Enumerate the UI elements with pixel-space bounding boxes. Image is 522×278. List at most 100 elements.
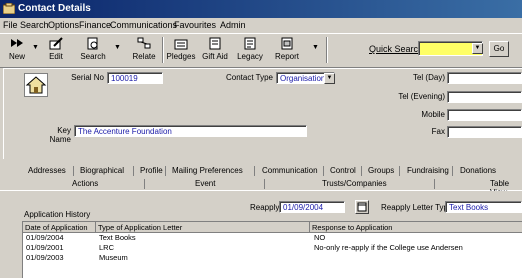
tab-addresses[interactable]: Addresses	[28, 166, 66, 175]
table-cell: No-only re-apply if the College use Ande…	[314, 243, 463, 252]
search-button[interactable]: Search	[76, 36, 110, 64]
reapply-label: Reapply	[250, 203, 280, 212]
menu-communications[interactable]: Communications	[110, 20, 177, 30]
tel-day-label: Tel (Day)	[412, 73, 445, 82]
tab-strip-bottom: Actions Event Trusts/Companies Table Vie…	[0, 178, 522, 197]
toolbar-separator	[326, 37, 328, 63]
table-cell: 01/09/2004	[26, 233, 64, 242]
pledges-label: Pledges	[166, 52, 196, 61]
tab-donations[interactable]: Donations	[460, 166, 496, 175]
menu-admin[interactable]: Admin	[220, 20, 246, 30]
serial-no-label: Serial No	[71, 73, 104, 82]
tel-evening-label: Tel (Evening)	[398, 92, 445, 101]
tab-divider	[452, 166, 453, 176]
relate-label: Relate	[132, 52, 156, 61]
tab-divider	[361, 166, 362, 176]
window-title: Contact Details	[18, 3, 91, 14]
report-label: Report	[274, 52, 299, 61]
column-header-type[interactable]: Type of Application Letter	[96, 222, 310, 233]
edit-label: Edit	[49, 52, 63, 61]
mobile-label: Mobile	[421, 110, 445, 119]
menu-options[interactable]: Options	[48, 20, 79, 30]
relate-icon	[130, 37, 158, 50]
tab-actions[interactable]: Actions	[72, 179, 98, 188]
tab-groups[interactable]: Groups	[368, 166, 394, 175]
column-header-response[interactable]: Response to Application	[310, 222, 522, 233]
tel-day-field[interactable]	[447, 72, 522, 84]
tab-divider	[399, 166, 400, 176]
contact-window-icon	[2, 2, 16, 15]
new-dropdown-icon[interactable]: ▼	[32, 44, 39, 51]
fax-label: Fax	[431, 127, 445, 136]
menu-file[interactable]: File	[3, 20, 18, 30]
contact-type-dropdown-icon[interactable]: ▼	[324, 73, 335, 84]
table-cell: Text Books	[99, 233, 136, 242]
contact-details-window: Contact Details File Search Options Fina…	[0, 0, 522, 278]
tab-divider	[165, 166, 166, 176]
tab-divider	[133, 166, 134, 176]
gift-aid-button[interactable]: Gift Aid	[200, 36, 230, 64]
menu-bar: File Search Options Finance Communicatio…	[0, 18, 522, 33]
pledges-icon	[166, 37, 196, 50]
application-history-label: Application History	[24, 210, 91, 219]
legacy-label: Legacy	[237, 52, 263, 61]
legacy-button[interactable]: Legacy	[235, 36, 265, 64]
new-arrow-icon	[3, 37, 31, 50]
menu-search[interactable]: Search	[20, 20, 49, 30]
key-name-field[interactable]: The Accenture Foundation	[74, 125, 307, 137]
tab-communication[interactable]: Communication	[262, 166, 318, 175]
legacy-icon	[235, 37, 265, 50]
new-label: New	[8, 52, 25, 61]
tab-control[interactable]: Control	[330, 166, 356, 175]
tab-divider	[264, 179, 265, 189]
quick-search-label: Quick Search	[369, 44, 424, 54]
edit-button[interactable]: Edit	[42, 36, 70, 64]
toolbar-separator	[162, 37, 164, 63]
tab-trusts-companies[interactable]: Trusts/Companies	[322, 179, 387, 188]
column-header-date[interactable]: Date of Application	[23, 222, 96, 233]
application-history-table[interactable]: Date of Application Type of Application …	[22, 221, 522, 278]
table-cell: Museum	[99, 253, 128, 262]
search-dropdown-icon[interactable]: ▼	[114, 44, 121, 51]
new-button[interactable]: New	[3, 36, 31, 64]
menu-finance[interactable]: Finance	[79, 20, 111, 30]
tab-divider	[144, 179, 145, 189]
tab-divider	[323, 166, 324, 176]
table-cell: 01/09/2001	[26, 243, 64, 252]
reapply-letter-type-select[interactable]: Text Books	[445, 201, 522, 213]
tab-profile[interactable]: Profile	[140, 166, 163, 175]
tab-event[interactable]: Event	[195, 179, 215, 188]
fax-field[interactable]	[447, 126, 522, 138]
calendar-icon	[356, 202, 368, 215]
relate-button[interactable]: Relate	[130, 36, 158, 64]
search-label: Search	[80, 52, 106, 61]
report-button[interactable]: Report	[272, 36, 302, 64]
gift-aid-label: Gift Aid	[202, 52, 228, 61]
report-icon	[272, 37, 302, 50]
key-name-label: Key Name	[49, 126, 71, 144]
title-bar: Contact Details	[0, 0, 522, 18]
report-dropdown-icon[interactable]: ▼	[312, 44, 319, 51]
tab-divider	[434, 179, 435, 189]
reapply-date-field[interactable]: 01/09/2004	[279, 201, 345, 213]
tab-mailing-preferences[interactable]: Mailing Preferences	[172, 166, 243, 175]
calendar-button[interactable]	[355, 200, 369, 214]
contact-type-label: Contact Type	[226, 73, 273, 82]
table-cell: 01/09/2003	[26, 253, 64, 262]
toolbar: New ▼ Edit Search ▼ Relate Pledges Gift …	[0, 33, 522, 68]
tab-fundraising[interactable]: Fundraising	[407, 166, 449, 175]
serial-no-field[interactable]: 100019	[107, 72, 163, 84]
table-cell: LRC	[99, 243, 115, 252]
search-document-icon	[76, 37, 110, 50]
mobile-field[interactable]	[447, 109, 522, 121]
table-cell: NO	[314, 233, 326, 242]
pledges-button[interactable]: Pledges	[166, 36, 196, 64]
menu-favourites[interactable]: Favourites	[174, 20, 216, 30]
tab-biographical[interactable]: Biographical	[80, 166, 124, 175]
quick-search-dropdown-icon[interactable]: ▼	[472, 43, 483, 54]
reapply-letter-type-label: Reapply Letter Type	[381, 203, 453, 212]
edit-pencil-icon	[42, 37, 70, 50]
go-button[interactable]: Go	[489, 41, 509, 57]
tel-evening-field[interactable]	[447, 91, 522, 103]
tab-divider	[254, 166, 255, 176]
